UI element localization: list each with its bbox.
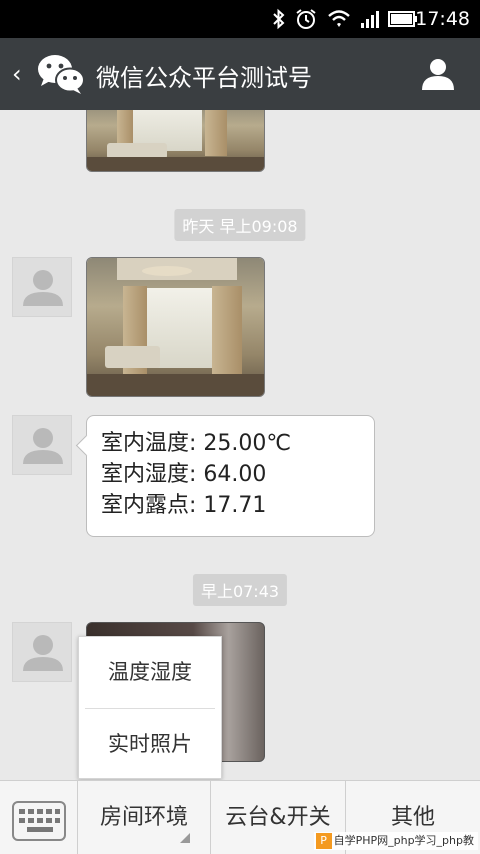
wifi-icon — [328, 10, 350, 27]
watermark: P 自学PHP网_php学习_php教 — [313, 832, 478, 850]
keyboard-icon[interactable] — [12, 801, 66, 841]
bluetooth-icon — [273, 8, 285, 30]
chat-title: 微信公众平台测试号 — [96, 64, 312, 92]
chat-header: ‹ 微信公众平台测试号 — [0, 38, 480, 110]
message-timestamp: 昨天 早上09:08 — [174, 209, 306, 241]
default-avatar-icon — [23, 428, 63, 464]
avatar[interactable] — [12, 622, 72, 682]
battery-icon — [388, 11, 417, 27]
sensor-reading-message[interactable]: 室内温度: 25.00℃ 室内湿度: 64.00 室内露点: 17.71 — [86, 415, 375, 537]
watermark-logo-icon: P — [315, 833, 332, 849]
wechat-logo-icon — [38, 55, 85, 94]
room-photo-message[interactable] — [86, 110, 265, 172]
chat-area[interactable]: 昨天 早上09:08 室内温度: 25.00℃ 室内湿度: 64.00 室内露点… — [0, 110, 480, 780]
default-avatar-icon — [23, 635, 63, 671]
watermark-text: 自学PHP网_php学习_php教 — [333, 834, 474, 847]
submenu-popup: 温度湿度 实时照片 — [78, 636, 222, 779]
temperature-reading: 室内温度: 25.00℃ — [101, 431, 292, 456]
alarm-icon — [296, 9, 316, 29]
message-timestamp: 早上07:43 — [192, 574, 288, 606]
profile-icon[interactable] — [420, 56, 456, 92]
menu-room-environment-label: 房间环境 — [99, 805, 188, 830]
menu-other-label: 其他 — [390, 805, 435, 830]
default-avatar-icon — [23, 270, 63, 306]
menu-room-environment[interactable]: 房间环境 — [78, 781, 210, 854]
submenu-item-live-photo[interactable]: 实时照片 — [79, 709, 221, 780]
submenu-item-temperature-humidity[interactable]: 温度湿度 — [79, 637, 221, 708]
signal-icon — [361, 11, 379, 28]
submenu-indicator-icon — [180, 833, 190, 843]
avatar[interactable] — [12, 415, 72, 475]
back-chevron-icon[interactable]: ‹ — [12, 60, 22, 88]
humidity-reading: 室内湿度: 64.00 — [101, 462, 267, 487]
room-photo-message[interactable] — [86, 257, 265, 397]
menu-ptz-switch-label: 云台&开关 — [225, 805, 331, 830]
dewpoint-reading: 室内露点: 17.71 — [101, 493, 267, 518]
avatar[interactable] — [12, 257, 72, 317]
status-time: 17:48 — [415, 8, 470, 30]
status-bar: 17:48 — [0, 0, 480, 38]
